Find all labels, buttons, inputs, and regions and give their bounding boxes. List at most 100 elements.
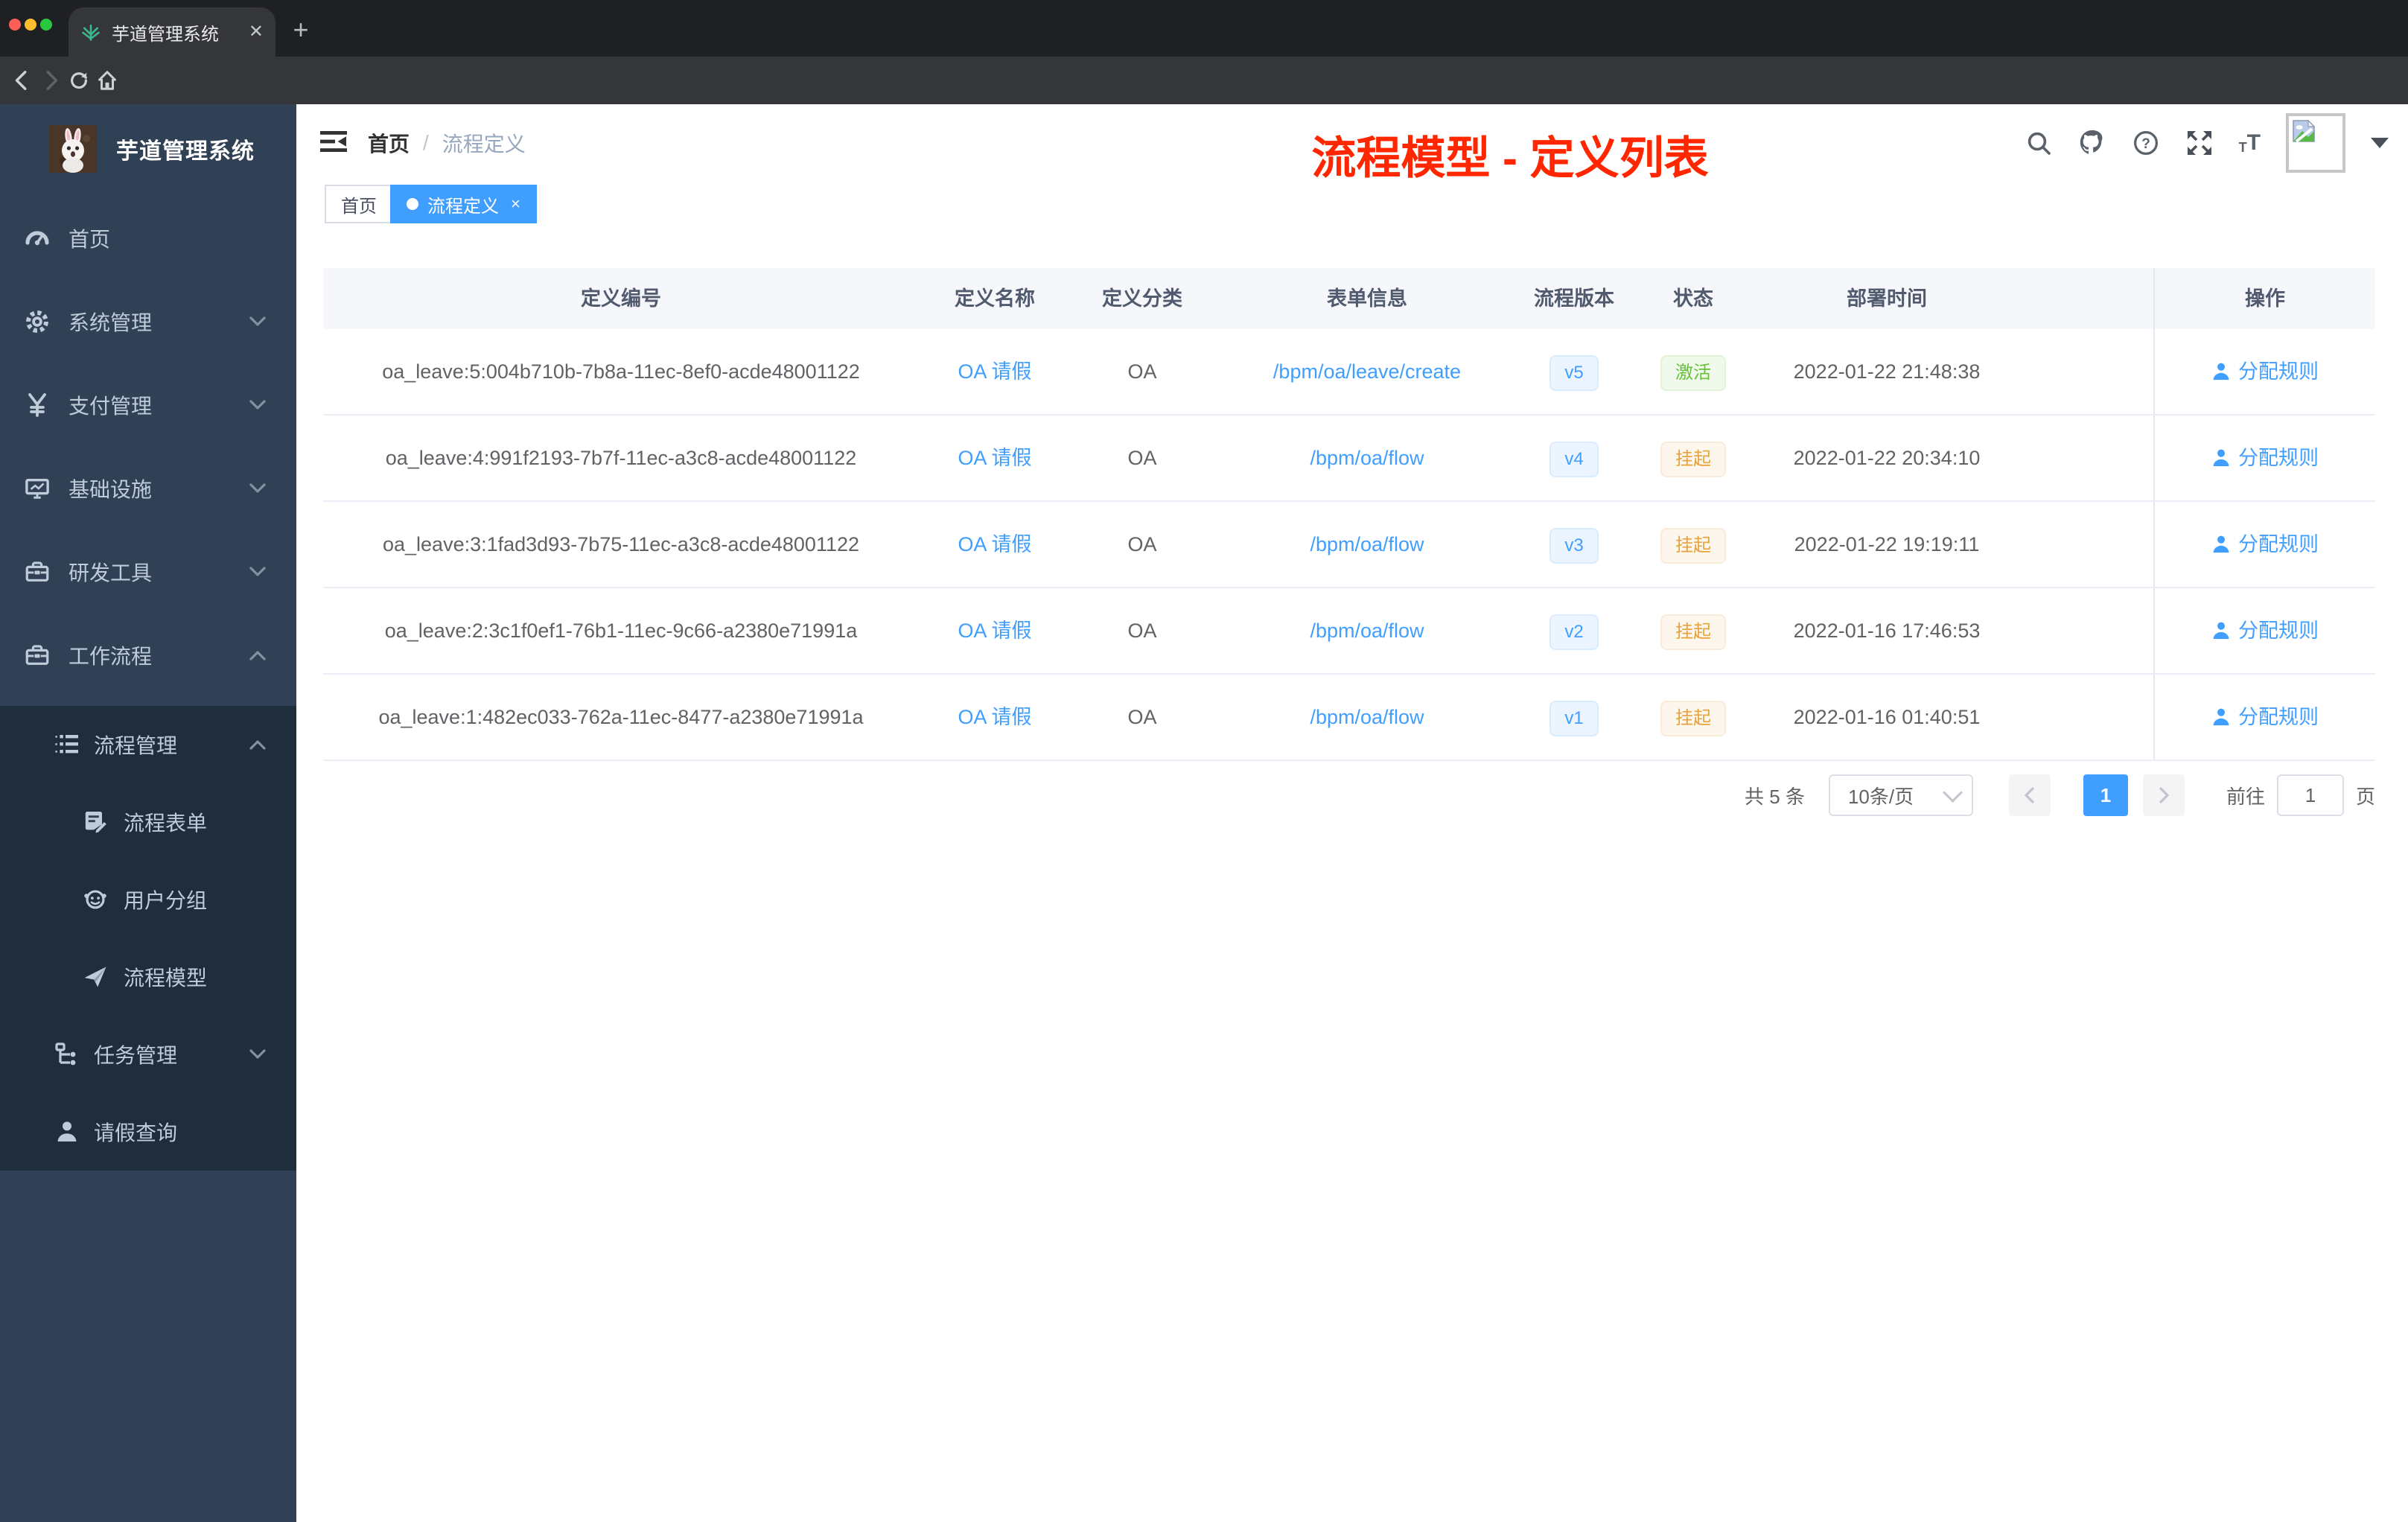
window-minimize-button[interactable]: [25, 19, 36, 31]
menu-item-label: 流程管理: [94, 734, 178, 757]
svg-text:?: ?: [2141, 136, 2150, 152]
chevron-icon: [249, 566, 267, 578]
breadcrumb-home[interactable]: 首页: [368, 128, 410, 158]
cell-deploy-time: 2022-01-22 19:19:11: [1794, 533, 1980, 555]
next-page-button[interactable]: [2142, 774, 2185, 816]
cell-filler: [2015, 588, 2153, 673]
cell-category: OA: [1127, 533, 1157, 555]
pagination-bar: 共 5 条 10条/页 1 前往 页: [323, 773, 2375, 818]
breadcrumb-current: 流程定义: [442, 133, 526, 156]
cell-definition-id: oa_leave:1:482ec033-762a-11ec-8477-a2380…: [378, 706, 864, 728]
fullscreen-icon[interactable]: [2185, 129, 2214, 157]
avatar[interactable]: [2286, 113, 2345, 173]
pagination-total: 共 5 条: [1745, 785, 1805, 808]
sidebar-menu-item[interactable]: 系统管理: [0, 280, 296, 363]
sidebar-menu-item[interactable]: 基础设施: [0, 447, 296, 530]
cell-deploy-time: 2022-01-16 17:46:53: [1793, 620, 1981, 642]
table-row[interactable]: oa_leave:3:1fad3d93-7b75-11ec-a3c8-acde4…: [323, 502, 2375, 588]
goto-label: 前往: [2226, 785, 2265, 808]
definition-name-link[interactable]: OA 请假: [958, 533, 1031, 555]
window-close-button[interactable]: [9, 19, 21, 31]
cell-filler: [2015, 502, 2153, 587]
tags-view-bar: 首页 流程定义 ×: [296, 182, 2408, 229]
menu-item-icon: [25, 477, 49, 500]
sidebar-collapse-icon[interactable]: [320, 130, 347, 153]
definition-name-link[interactable]: OA 请假: [958, 706, 1031, 728]
person-icon: [2213, 449, 2229, 467]
menu-item-icon: [55, 1042, 79, 1066]
avatar-caret-icon[interactable]: [2371, 138, 2389, 148]
search-icon[interactable]: [2025, 129, 2053, 157]
form-link[interactable]: /bpm/oa/flow: [1310, 706, 1424, 728]
sidebar-menu-item[interactable]: 任务管理: [0, 1016, 296, 1093]
help-icon[interactable]: ?: [2132, 129, 2160, 157]
assign-rule-link[interactable]: 分配规则: [2211, 415, 2319, 500]
sidebar-menu-item[interactable]: 流程表单: [0, 783, 296, 861]
cell-category: OA: [1127, 360, 1157, 383]
table-row[interactable]: oa_leave:1:482ec033-762a-11ec-8477-a2380…: [323, 675, 2375, 761]
definition-name-link[interactable]: OA 请假: [958, 620, 1031, 642]
menu-item-label: 流程表单: [124, 812, 208, 835]
form-link[interactable]: /bpm/oa/leave/create: [1273, 360, 1461, 383]
goto-page-input[interactable]: [2276, 774, 2344, 816]
table-row[interactable]: oa_leave:5:004b710b-7b8a-11ec-8ef0-acde4…: [323, 329, 2375, 415]
tab-close-icon[interactable]: ✕: [249, 23, 264, 41]
chevron-icon: [249, 649, 267, 661]
menu-item-icon: [25, 393, 49, 417]
cell-deploy-time: 2022-01-22 21:48:38: [1793, 360, 1981, 383]
browser-tab[interactable]: 芋道管理系统 ✕: [69, 7, 275, 57]
sidebar-menu-item[interactable]: 工作流程: [0, 614, 296, 697]
assign-rule-label: 分配规则: [2238, 706, 2319, 728]
status-badge: 激活: [1660, 354, 1726, 391]
assign-rule-link[interactable]: 分配规则: [2211, 675, 2319, 760]
window-zoom-button[interactable]: [40, 19, 52, 31]
column-header-status: 状态: [1673, 287, 1713, 310]
tag-home[interactable]: 首页: [325, 185, 393, 223]
table-row[interactable]: oa_leave:4:991f2193-7b7f-11ec-a3c8-acde4…: [323, 415, 2375, 502]
prev-page-button[interactable]: [2008, 774, 2051, 816]
column-header-action: 操作: [2153, 268, 2375, 329]
assign-rule-link[interactable]: 分配规则: [2211, 502, 2319, 587]
menu-item-label: 首页: [69, 228, 111, 251]
page-size-select[interactable]: 10条/页: [1828, 774, 1973, 816]
app-title: 芋道管理系统: [116, 139, 255, 164]
tag-close-icon[interactable]: ×: [511, 194, 520, 214]
tag-process-definition[interactable]: 流程定义 ×: [390, 185, 537, 223]
form-link[interactable]: /bpm/oa/flow: [1310, 620, 1424, 642]
status-badge: 挂起: [1660, 614, 1726, 650]
sidebar-menu-item[interactable]: 支付管理: [0, 363, 296, 447]
sidebar: 芋道管理系统 首页 系统管理 支付管理 基础设施 研发工具 工作流程 流程管理 …: [0, 104, 296, 1522]
menu-item-label: 系统管理: [69, 311, 153, 334]
sidebar-menu-item[interactable]: 用户分组: [0, 861, 296, 938]
form-link[interactable]: /bpm/oa/flow: [1310, 533, 1424, 555]
assign-rule-link[interactable]: 分配规则: [2211, 588, 2319, 673]
font-size-icon[interactable]: TT: [2239, 132, 2261, 155]
person-icon: [2213, 622, 2229, 640]
sidebar-menu-item[interactable]: 流程管理: [0, 706, 296, 783]
menu-item-label: 研发工具: [69, 561, 153, 585]
column-header-category: 定义分类: [1102, 287, 1182, 310]
menu-item-label: 基础设施: [69, 478, 153, 501]
sidebar-menu-item[interactable]: 请假查询: [0, 1093, 296, 1171]
table-row[interactable]: oa_leave:2:3c1f0ef1-76b1-11ec-9c66-a2380…: [323, 588, 2375, 675]
sidebar-menu-item[interactable]: 首页: [0, 197, 296, 280]
assign-rule-link[interactable]: 分配规则: [2211, 329, 2319, 414]
github-icon[interactable]: [2078, 129, 2106, 157]
version-badge: v2: [1549, 614, 1599, 650]
form-link[interactable]: /bpm/oa/flow: [1310, 447, 1424, 469]
sidebar-menu-item[interactable]: 研发工具: [0, 530, 296, 614]
column-header-time: 部署时间: [1847, 287, 1927, 310]
column-header-filler: [2015, 268, 2153, 329]
page-size-value: 10条/页: [1847, 785, 1914, 808]
tag-home-label: 首页: [341, 196, 377, 217]
definition-name-link[interactable]: OA 请假: [958, 360, 1031, 383]
home-button[interactable]: [91, 64, 124, 97]
current-page-button[interactable]: 1: [2083, 774, 2128, 816]
new-tab-button[interactable]: +: [283, 12, 319, 48]
menu-item-icon: [55, 733, 79, 757]
definition-name-link[interactable]: OA 请假: [958, 447, 1031, 469]
sidebar-logo-row[interactable]: 芋道管理系统: [0, 104, 296, 188]
version-badge: v3: [1549, 527, 1599, 564]
sidebar-menu-item[interactable]: 流程模型: [0, 938, 296, 1016]
select-caret-icon: [1943, 782, 1963, 803]
